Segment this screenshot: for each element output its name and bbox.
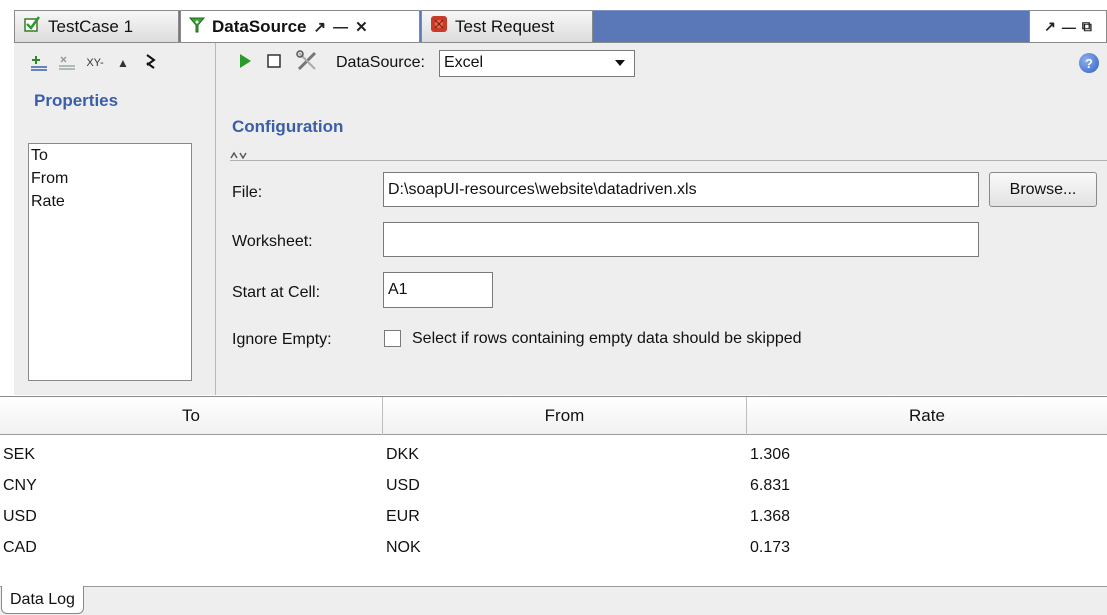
- column-header-rate[interactable]: Rate: [747, 397, 1107, 435]
- tab-testcase[interactable]: TestCase 1: [14, 10, 179, 42]
- cell-from[interactable]: USD: [383, 470, 747, 501]
- tab-datasource[interactable]: DataSource ↗ — ✕: [180, 10, 420, 43]
- play-icon[interactable]: [238, 53, 252, 74]
- cell-from[interactable]: EUR: [383, 501, 747, 532]
- soap-request-icon: [430, 15, 448, 38]
- tab-test-request[interactable]: Test Request: [421, 10, 593, 42]
- datasource-funnel-icon: [188, 16, 206, 39]
- stop-icon[interactable]: [266, 53, 282, 74]
- add-property-icon[interactable]: [30, 54, 48, 72]
- cell-rate[interactable]: 1.368: [747, 501, 1107, 532]
- bottom-tab-bar: Data Log: [0, 586, 1107, 615]
- table-row[interactable]: CAD NOK 0.173: [0, 532, 1093, 563]
- window-detach-icon[interactable]: ↗: [1044, 18, 1056, 35]
- move-up-icon[interactable]: ▲: [114, 54, 132, 72]
- tab-datasource-label: DataSource: [212, 17, 307, 36]
- collapse-arrow-icon[interactable]: [142, 54, 160, 72]
- help-icon[interactable]: ?: [1079, 53, 1099, 73]
- browse-button[interactable]: Browse...: [989, 172, 1097, 207]
- remove-property-icon[interactable]: [58, 54, 76, 72]
- worksheet-label: Worksheet:: [232, 233, 313, 250]
- window-restore-icon[interactable]: ⧉: [1082, 18, 1092, 35]
- tab-data-log[interactable]: Data Log: [1, 586, 84, 614]
- ignore-empty-label: Ignore Empty:: [232, 331, 332, 348]
- ignore-empty-checkbox[interactable]: [384, 330, 401, 347]
- worksheet-input[interactable]: [383, 222, 979, 257]
- ignore-empty-description: Select if rows containing empty data sho…: [412, 330, 802, 347]
- cell-from[interactable]: DKK: [383, 439, 747, 470]
- cell-rate[interactable]: 1.306: [747, 439, 1107, 470]
- datasource-label: DataSource:: [336, 54, 425, 71]
- cell-rate[interactable]: 0.173: [747, 532, 1107, 563]
- tab-minimize-icon[interactable]: —: [333, 19, 348, 36]
- tab-test-request-label: Test Request: [455, 16, 555, 36]
- datasource-toolbar: DataSource: Excel: [216, 43, 1107, 83]
- configuration-title: Configuration: [232, 117, 344, 136]
- column-header-to[interactable]: To: [0, 397, 383, 435]
- tab-close-icon[interactable]: ✕: [355, 18, 368, 36]
- properties-toolbar: XY- ▲: [14, 43, 216, 83]
- table-header: To From Rate: [0, 397, 1107, 435]
- xy-icon[interactable]: XY-: [86, 54, 104, 72]
- file-label: File:: [232, 184, 263, 201]
- cell-to[interactable]: CNY: [0, 470, 383, 501]
- data-table: To From Rate SEK DKK 1.306 CNY USD 6.831…: [0, 396, 1107, 586]
- window-minimize-icon[interactable]: —: [1062, 19, 1076, 35]
- cell-to[interactable]: USD: [0, 501, 383, 532]
- cell-from[interactable]: NOK: [383, 532, 747, 563]
- property-item[interactable]: To: [29, 144, 191, 167]
- configuration-divider: [230, 160, 1107, 161]
- cell-rate[interactable]: 6.831: [747, 470, 1107, 501]
- table-row[interactable]: USD EUR 1.368: [0, 501, 1093, 532]
- window-controls: ↗ — ⧉: [1029, 10, 1107, 42]
- testcase-check-icon: [23, 15, 41, 38]
- cell-to[interactable]: CAD: [0, 532, 383, 563]
- tab-detach-icon[interactable]: ↗: [313, 18, 326, 36]
- properties-list[interactable]: To From Rate: [28, 143, 192, 381]
- column-header-from[interactable]: From: [383, 397, 747, 435]
- table-row[interactable]: SEK DKK 1.306: [0, 439, 1093, 470]
- properties-title: Properties: [34, 91, 119, 110]
- datasource-select-value: Excel: [443, 54, 484, 71]
- start-cell-label: Start at Cell:: [232, 284, 321, 301]
- property-item[interactable]: Rate: [29, 190, 191, 213]
- table-row[interactable]: CNY USD 6.831: [0, 470, 1093, 501]
- cell-to[interactable]: SEK: [0, 439, 383, 470]
- datasource-select[interactable]: Excel: [438, 49, 635, 77]
- scissors-wrench-icon[interactable]: [296, 49, 318, 77]
- tab-testcase-label: TestCase 1: [48, 16, 134, 36]
- file-path-input[interactable]: D:\soapUI-resources\website\datadriven.x…: [383, 172, 979, 207]
- chevron-down-icon: [614, 54, 626, 72]
- property-item[interactable]: From: [29, 167, 191, 190]
- start-cell-input[interactable]: A1: [383, 272, 493, 308]
- collapse-toggle-icon[interactable]: [230, 146, 248, 164]
